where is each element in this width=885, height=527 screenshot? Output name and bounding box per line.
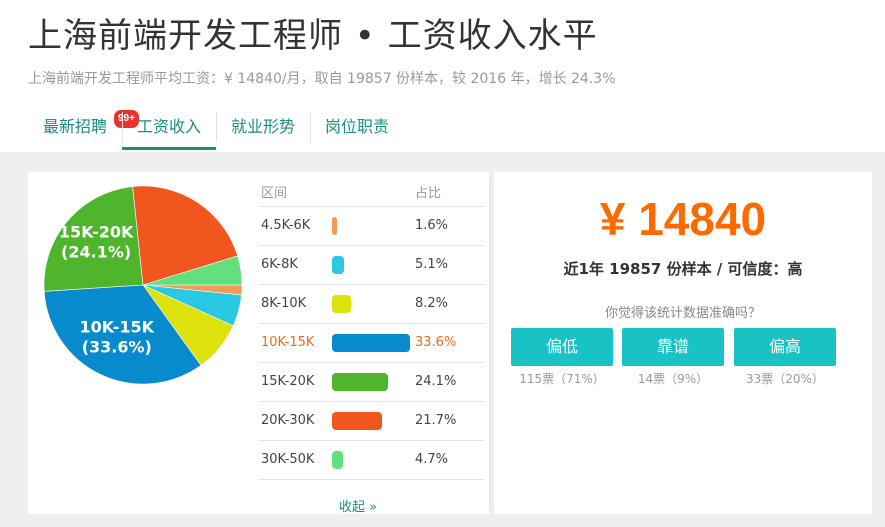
- vote-accurate-button[interactable]: 靠谱: [622, 328, 724, 366]
- col-range-header: 区间: [261, 186, 288, 201]
- tab-latest-jobs[interactable]: 最新招聘 99+: [28, 104, 141, 150]
- pie-chart: 10K-15K (33.6%) 15K-20K (24.1%): [43, 185, 243, 385]
- tab-responsibilities[interactable]: 岗位职责: [310, 104, 404, 150]
- tab-salary[interactable]: 工资收入: [122, 104, 217, 150]
- table-row: 6K-8K 5.1%: [259, 246, 484, 285]
- col-ratio-header: 占比: [415, 186, 442, 201]
- range-label: 6K-8K: [261, 257, 298, 272]
- ratio-value: 21.7%: [415, 413, 457, 428]
- ratio-value: 8.2%: [415, 296, 449, 311]
- vote-high-button[interactable]: 偏高: [734, 328, 836, 366]
- range-label: 8K-10K: [261, 296, 307, 311]
- ratio-value: 1.6%: [415, 218, 449, 233]
- table-row: 10K-15K 33.6%: [259, 324, 484, 363]
- pie-slice-label: 15K-20K (24.1%): [59, 222, 134, 261]
- ratio-bar: [332, 217, 337, 235]
- tab-label: 最新招聘: [43, 117, 108, 136]
- table-row: 4.5K-6K 1.6%: [259, 207, 484, 246]
- vote-high-count: 33票（20%）: [746, 372, 824, 386]
- summary-panel: ¥ 14840 近1年 19857 份样本 / 可信度：高 你觉得该统计数据准确…: [494, 172, 872, 514]
- distribution-panel: 10K-15K (33.6%) 15K-20K (24.1%) 区间 占比 4.5K-…: [28, 172, 489, 515]
- table-row: 15K-20K 24.1%: [259, 363, 484, 402]
- average-salary: ¥ 14840: [599, 193, 767, 245]
- accuracy-question: 你觉得该统计数据准确吗？: [604, 306, 761, 321]
- sample-info: 近1年 19857 份样本 / 可信度：高: [563, 260, 803, 278]
- content-area: 10K-15K (33.6%) 15K-20K (24.1%) 区间 占比 4.5K-…: [0, 152, 885, 527]
- ratio-bar: [332, 412, 383, 430]
- tab-bar: 最新招聘 99+ 工资收入 就业形势 岗位职责: [28, 104, 404, 152]
- tab-label: 岗位职责: [325, 117, 390, 136]
- pie-slice-label-line: (33.6%): [82, 338, 152, 357]
- table-row: 8K-10K 8.2%: [259, 285, 484, 324]
- ratio-bar: [332, 334, 410, 352]
- tab-label: 就业形势: [231, 117, 296, 136]
- range-label: 30K-50K: [261, 452, 315, 467]
- range-label: 20K-30K: [261, 413, 315, 428]
- ratio-bar: [332, 295, 352, 313]
- pie-slice-label-line: 15K-20K: [59, 222, 134, 241]
- distribution-table: 区间 占比 4.5K-6K 1.6% 6K-8K 5.1% 8K-10K 8.2% 10K-…: [259, 172, 484, 480]
- pie-slice-label-line: 10K-15K: [80, 318, 155, 337]
- ratio-bar: [332, 373, 388, 391]
- collapse-link[interactable]: 收起 »: [258, 496, 458, 515]
- table-row: 30K-50K 4.7%: [259, 441, 484, 480]
- range-label: 10K-15K: [261, 335, 315, 350]
- divider: [489, 180, 491, 506]
- vote-low-count: 115票（71%）: [519, 372, 605, 386]
- page-header: 上海前端开发工程师 • 工资收入水平 上海前端开发工程师平均工资：¥ 14840…: [0, 0, 885, 152]
- ratio-value: 5.1%: [415, 257, 449, 272]
- page-subtitle: 上海前端开发工程师平均工资：¥ 14840/月，取自 19857 份样本，较 2…: [28, 71, 616, 87]
- ratio-value: 4.7%: [415, 452, 449, 467]
- range-label: 15K-20K: [261, 374, 315, 389]
- table-header: 区间 占比: [259, 172, 484, 207]
- tab-label: 工资收入: [137, 117, 202, 136]
- pie-chart-container: 10K-15K (33.6%) 15K-20K (24.1%): [42, 184, 244, 390]
- ratio-bar: [332, 451, 343, 469]
- table-rows: 4.5K-6K 1.6% 6K-8K 5.1% 8K-10K 8.2% 10K-15K 33.…: [259, 207, 484, 480]
- ratio-value: 33.6%: [415, 335, 457, 350]
- ratio-bar: [332, 256, 344, 274]
- pie-slice-label: 10K-15K (33.6%): [80, 318, 155, 357]
- ratio-value: 24.1%: [415, 374, 457, 389]
- tab-employment[interactable]: 就业形势: [216, 104, 310, 150]
- vote-accurate-count: 14票（9%）: [637, 372, 709, 386]
- table-row: 20K-30K 21.7%: [259, 402, 484, 441]
- page-title: 上海前端开发工程师 • 工资收入水平: [28, 16, 598, 56]
- vote-low-button[interactable]: 偏低: [511, 328, 613, 366]
- range-label: 4.5K-6K: [261, 218, 311, 233]
- pie-slice-label-line: (24.1%): [61, 242, 131, 261]
